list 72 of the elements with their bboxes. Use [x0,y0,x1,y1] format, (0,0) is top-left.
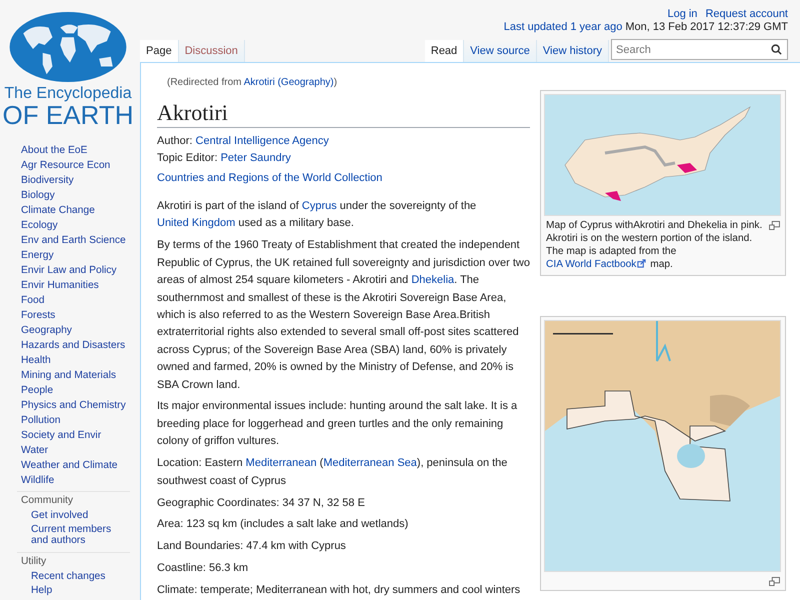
meta-label: Author: [157,135,192,147]
sidebar-link[interactable]: Hazards and Disasters [21,338,140,353]
sidebar-link[interactable]: Geography [21,323,140,338]
meta-label: Topic Editor: [157,152,218,164]
redirect-note: (Redirected from Akrotiri (Geography)) [166,77,338,88]
external-link[interactable]: CIA World Factbook [546,259,636,270]
caption-text: Map of Cyprus withAkrotiri and Dhekelia in pink. Akrotiri is on the western portion of the island. The map is adapted from the CIA World Factbook map. [546,219,764,271]
site-logo[interactable]: The Encyclopedia OF EARTH [0,0,134,128]
page-tab[interactable]: Discussion [178,40,245,62]
paragraph: Area: 123 sq km (includes a salt lake and wetlands) [157,517,410,532]
sidebar-link[interactable]: Biodiversity [21,173,140,188]
sidebar-link[interactable]: Energy [21,248,140,263]
sidebar-link[interactable]: Food [21,293,140,308]
last-updated-link[interactable]: 1 year ago [570,21,622,33]
sidebar-link[interactable]: Envir Law and Policy [21,263,140,278]
paragraph: By terms of the 1960 Treaty of Establishment that created the independent Republic of Cyprus, the UK retained full sovereignty and jurisdiction over two areas of almost 254 square kilometers - Akrotiri and Dhekelia. The southernmost and smallest of these is the Akrotiri Sovereign Base Area, which is also referred to as the Western Sovereign Base Area.British extraterritorial rights also extended to several small off-post sites scattered across Cyprus; of the Sovereign Base Area (SBA) land, 60% is privately owned and farmed, 20% is owned by the Ministry of Defense, and 20% is SBA Crown land. [157,238,530,393]
sidebar-link[interactable]: Help [21,585,130,596]
sidebar-link[interactable]: Get involved [21,510,130,521]
sidebar-heading: Community [21,495,74,507]
sidebar-link[interactable]: Physics and Chemistry [21,398,140,413]
view-tab[interactable]: View source [464,40,537,62]
paragraph: Coastline: 56.3 km [157,561,250,576]
enlarge-icon[interactable] [769,221,780,230]
collection-link[interactable]: Countries and Regions of the World Collection [157,172,382,184]
sidebar-link[interactable]: Mining and Materials [21,368,140,383]
sidebar-link[interactable]: Recent changes [21,571,130,582]
logo-title: The Encyclopedia [4,85,132,102]
paragraph: Climate: temperate; Mediterranean with hot, dry summers and cool winters [157,583,522,598]
text-link[interactable]: Cyprus [302,200,337,212]
sidebar-link[interactable]: Env and Earth Science [21,233,140,248]
search-icon[interactable] [771,44,782,55]
text-link[interactable]: Mediterranean Sea [323,457,417,470]
sidebar-link[interactable]: Climate Change [21,203,140,218]
sidebar-heading: Utility [21,556,48,568]
text-link[interactable]: Mediterranean [246,457,317,470]
paragraph: Akrotiri is part of the island of Cyprus under the sovereignty of the United Kingdom used as a military base. [157,199,478,232]
sidebar-link[interactable]: Weather and Climate [21,458,140,473]
last-updated-label: Last updated [504,21,568,33]
sidebar-link[interactable]: Health [21,353,140,368]
view-tab[interactable]: View history [536,40,609,62]
sidebar-link[interactable]: Biology [21,188,140,203]
sidebar-link[interactable]: Pollution [21,413,140,428]
sidebar-link[interactable]: Envir Humanities [21,278,140,293]
meta-link[interactable]: Central Intelligence Agency [196,135,329,147]
globe-icon [7,12,129,82]
paragraph: Location: Eastern Mediterranean (Mediterranean Sea), peninsula on the southwest coast of Cyprus [157,456,508,489]
paragraph: Its major environmental issues include: hunting around the salt lake. It is a breeding place for loggerhead and green turtles and the only remaining colony of griffon vultures. [157,399,518,450]
page-title: Akrotiri [157,100,530,128]
sidebar-link[interactable]: Current members and authors [21,524,130,546]
text-link[interactable]: United Kingdom [157,217,236,230]
last-updated-date: Mon, 13 Feb 2017 12:37:29 GMT [625,21,788,33]
external-link-icon [637,259,646,268]
sidebar-link[interactable]: People [21,383,140,398]
account-link[interactable]: Request account [705,8,788,21]
sidebar-link[interactable]: Ecology [21,218,140,233]
sidebar-link[interactable]: Society and Envir [21,428,140,443]
paragraph: Land Boundaries: 47.4 km with Cyprus [157,539,347,554]
account-link[interactable]: Log in [667,8,698,21]
search-field[interactable]: Search [611,39,788,60]
logo-subtitle: OF EARTH [2,102,134,128]
sidebar-link[interactable]: Forests [21,308,140,323]
text-link[interactable]: Dhekelia [411,274,454,286]
view-tab[interactable]: Read [424,40,464,62]
sidebar-link[interactable]: Wildlife [21,473,140,488]
sidebar-link[interactable]: Agr Resource Econ [21,158,140,173]
sidebar-link[interactable]: About the EoE [21,143,140,158]
paragraph: Geographic Coordinates: 34 37 N, 32 58 E [157,496,366,510]
sidebar-link[interactable]: Water [21,443,140,458]
enlarge-icon[interactable] [769,577,780,586]
text-link[interactable]: Akrotiri (Geography) [244,77,334,88]
page-tab[interactable]: Page [140,40,179,62]
meta-link[interactable]: Peter Saundry [220,152,291,164]
